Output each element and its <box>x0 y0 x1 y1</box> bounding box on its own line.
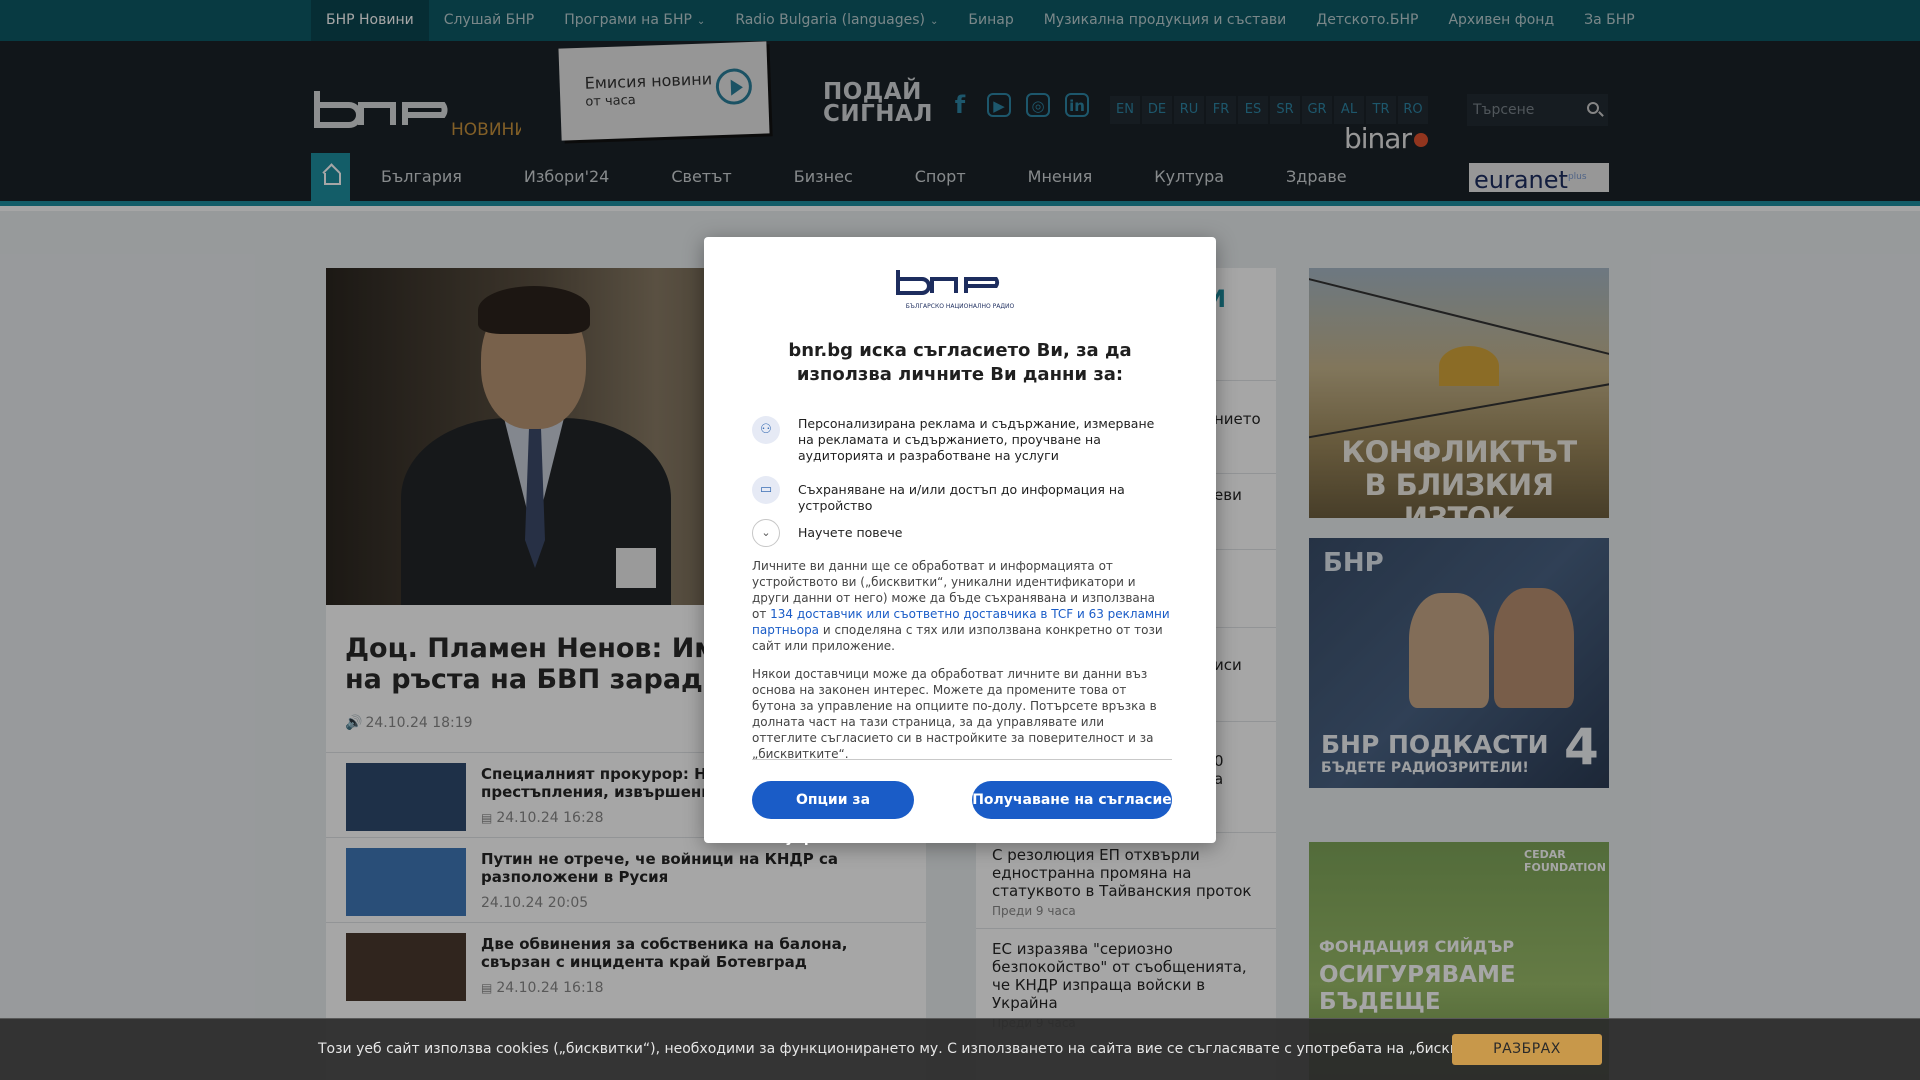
bnr-logo: БЪЛГАРСКО НАЦИОНАЛНО РАДИО <box>894 267 1026 313</box>
cookie-accept-button[interactable]: РАЗБРАХ <box>1452 1034 1602 1065</box>
learn-more-label: Научете повече <box>798 525 903 540</box>
dialog-title: bnr.bg иска съгласието Ви, за да използв… <box>788 340 1132 385</box>
chevron-down-icon[interactable]: ⌄ <box>752 519 780 547</box>
cookie-notice-text: Този уеб сайт използва cookies („бисквит… <box>318 1041 1505 1057</box>
purpose-text: Съхраняване на и/или достъп до информаци… <box>798 482 1125 513</box>
consent-dialog: БЪЛГАРСКО НАЦИОНАЛНО РАДИО bnr.bg иска с… <box>704 237 1216 846</box>
manage-options-button[interactable]: Опции за управление <box>752 781 914 846</box>
divider <box>752 759 1172 760</box>
cookie-bar: Този уеб сайт използва cookies („бисквит… <box>0 1018 1920 1080</box>
legitimate-interest-paragraph: Някои доставчици може да обработват личн… <box>752 667 1157 761</box>
consent-button[interactable]: Получаване на съгласие <box>972 781 1172 819</box>
device-icon: ▭ <box>752 476 780 504</box>
logo-caption: БЪЛГАРСКО НАЦИОНАЛНО РАДИО <box>906 303 1015 310</box>
vendors-paragraph: Личните ви данни ще се обработват и инфо… <box>752 558 1172 654</box>
purpose-text: Персонализирана реклама и съдържание, из… <box>798 416 1155 463</box>
person-icon: ⚇ <box>752 416 780 444</box>
